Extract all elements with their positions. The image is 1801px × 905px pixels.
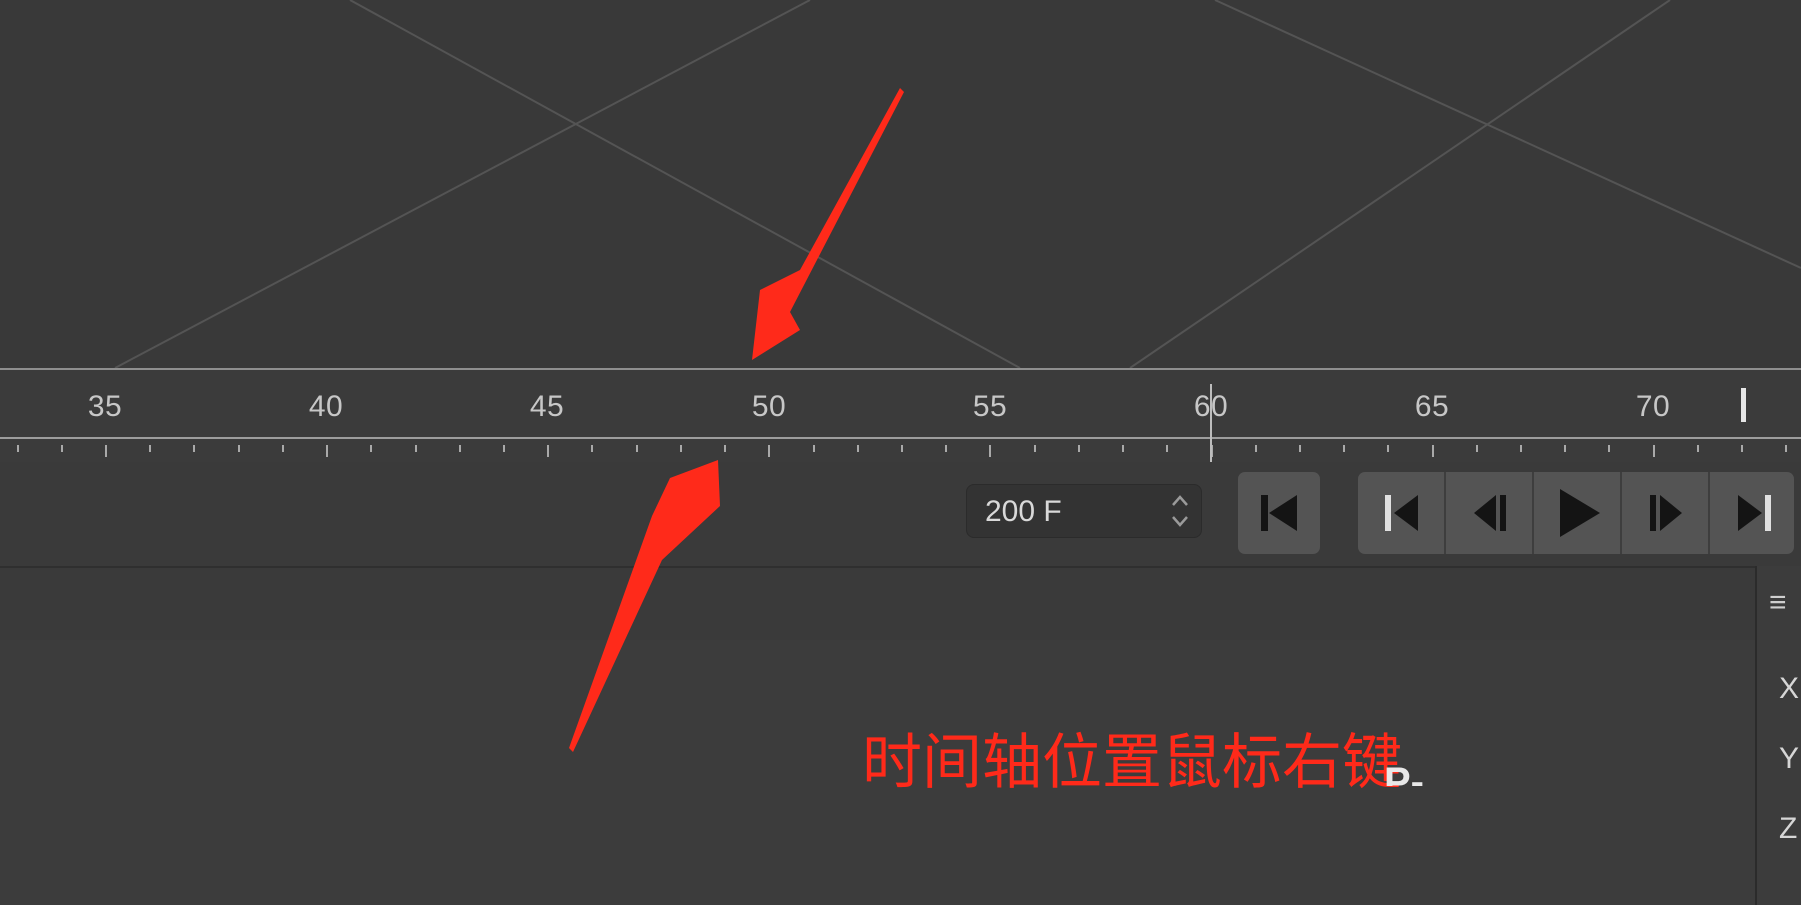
minor-tick — [1476, 445, 1478, 452]
timeline-ruler[interactable]: 35 40 45 50 55 60 65 70 — [0, 368, 1801, 472]
minor-tick — [1166, 445, 1168, 452]
3d-viewport[interactable] — [0, 0, 1801, 368]
minor-tick — [1564, 445, 1566, 452]
tick-label: 70 — [1635, 390, 1671, 423]
tick-label: 40 — [308, 390, 344, 423]
minor-tick — [1520, 445, 1522, 452]
minor-tick — [415, 445, 417, 452]
minor-tick — [901, 445, 903, 452]
frame-count-value: 200 F — [985, 495, 1062, 528]
minor-tick — [238, 445, 240, 452]
go-to-end-icon — [1737, 495, 1771, 531]
major-tick — [105, 445, 107, 457]
major-tick — [1432, 445, 1434, 457]
major-tick — [768, 445, 770, 457]
major-tick — [547, 445, 549, 457]
minor-tick — [1255, 445, 1257, 452]
end-marker[interactable] — [1741, 388, 1746, 422]
major-tick — [1653, 445, 1655, 457]
minor-tick — [1741, 445, 1743, 452]
viewport-grid — [114, 0, 1801, 368]
next-key-button[interactable] — [1622, 472, 1709, 554]
minor-tick — [1697, 445, 1699, 452]
axis-label-z: Z — [1779, 812, 1798, 845]
go-to-start-icon — [1384, 495, 1418, 531]
tick-label: 35 — [87, 390, 123, 423]
annotation-text: 时间轴位置鼠标右键 — [862, 728, 1402, 798]
go-to-start-button[interactable] — [1358, 472, 1445, 554]
go-to-end-button[interactable] — [1710, 472, 1794, 554]
hamburger-icon[interactable]: ≡ — [1769, 586, 1787, 620]
tick-label: 65 — [1414, 390, 1450, 423]
minor-tick — [1122, 445, 1124, 452]
app-frame: 35 40 45 50 55 60 65 70 200 F ≡ X Y Z 时间… — [0, 0, 1801, 905]
transport-bar: 200 F — [0, 462, 1801, 566]
minor-tick — [149, 445, 151, 452]
minor-tick — [282, 445, 284, 452]
play-icon — [1559, 489, 1600, 537]
minor-tick — [1343, 445, 1345, 452]
minor-tick — [61, 445, 63, 452]
minor-tick — [1034, 445, 1036, 452]
next-key-icon — [1649, 495, 1682, 531]
minor-tick — [503, 445, 505, 452]
tick-label: 50 — [751, 390, 787, 423]
tick-label: 45 — [529, 390, 565, 423]
major-tick — [989, 445, 991, 457]
minor-tick — [1387, 445, 1389, 452]
previous-key-icon — [1473, 495, 1506, 531]
axis-label-x: X — [1779, 672, 1800, 705]
minor-tick — [724, 445, 726, 452]
frame-count-field[interactable]: 200 F — [966, 484, 1202, 538]
minor-tick — [1785, 445, 1787, 452]
minor-tick — [813, 445, 815, 452]
attribute-side-panel: ≡ X Y Z — [1755, 566, 1801, 905]
previous-key-button[interactable] — [1446, 472, 1533, 554]
minor-tick — [459, 445, 461, 452]
minor-tick — [17, 445, 19, 452]
tick-label: 55 — [972, 390, 1008, 423]
partial-text: P- — [1384, 760, 1424, 786]
minor-tick — [1299, 445, 1301, 452]
minor-tick — [680, 445, 682, 452]
go-to-start-icon — [1261, 495, 1297, 531]
major-tick — [326, 445, 328, 457]
minor-tick — [370, 445, 372, 452]
spinner-icon[interactable] — [1169, 491, 1191, 531]
playback-controls — [1358, 472, 1794, 554]
ruler-baseline — [0, 437, 1801, 439]
minor-tick — [945, 445, 947, 452]
minor-tick — [636, 445, 638, 452]
minor-tick — [591, 445, 593, 452]
axis-label-y: Y — [1779, 742, 1800, 775]
minor-tick — [1078, 445, 1080, 452]
minor-tick — [193, 445, 195, 452]
playhead[interactable] — [1210, 384, 1212, 472]
minor-tick — [857, 445, 859, 452]
go-to-start-button[interactable] — [1238, 472, 1320, 554]
play-button[interactable] — [1534, 472, 1621, 554]
minor-tick — [1608, 445, 1610, 452]
panel-header — [0, 566, 1755, 642]
